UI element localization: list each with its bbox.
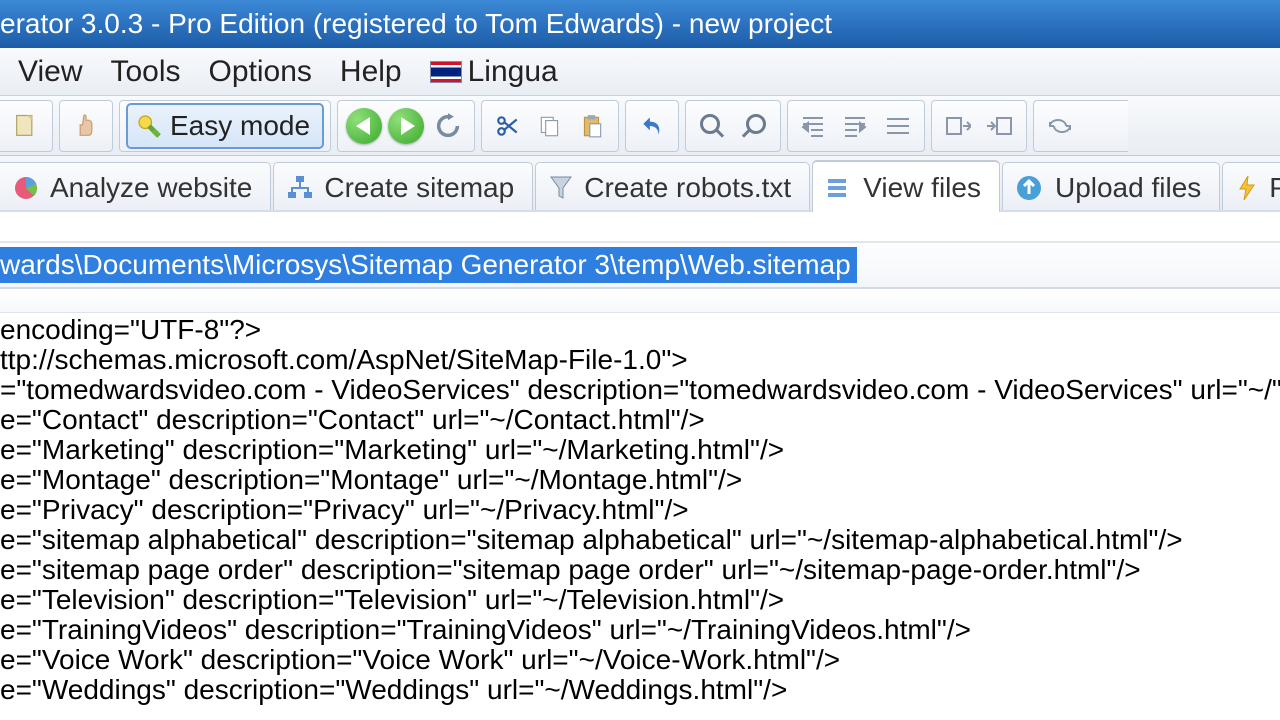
easy-mode-icon (134, 111, 164, 141)
outdent-icon (801, 115, 827, 137)
file-line: e="sitemap page order" description="site… (0, 555, 1280, 585)
file-path-bar: wards\Documents\Microsys\Sitemap Generat… (0, 242, 1280, 289)
spacer (0, 289, 1280, 313)
file-line: e="Marketing" description="Marketing" ur… (0, 435, 1280, 465)
menu-help[interactable]: Help (340, 55, 402, 89)
copy-button[interactable] (530, 106, 570, 146)
refresh-icon (434, 112, 462, 140)
tab-create-robots[interactable]: Create robots.txt (535, 162, 810, 210)
indent-icon (843, 115, 869, 137)
file-path[interactable]: wards\Documents\Microsys\Sitemap Generat… (0, 247, 857, 283)
file-line: ="tomedwardsvideo.com - VideoServices" d… (0, 375, 1280, 405)
indent-left-button[interactable] (794, 106, 834, 146)
file-line: e="Voice Work" description="Voice Work" … (0, 645, 1280, 675)
cut-button[interactable] (488, 106, 528, 146)
arrow-left-icon (346, 108, 382, 144)
menu-view[interactable]: View (18, 55, 82, 89)
files-icon (825, 175, 853, 201)
lightning-icon (1235, 174, 1259, 202)
pie-chart-icon (12, 174, 40, 202)
window-titlebar: erator 3.0.3 - Pro Edition (registered t… (0, 0, 1280, 48)
sync-button[interactable] (1040, 106, 1080, 146)
tab-label: P (1269, 172, 1280, 204)
toolbar: Easy mode (0, 96, 1280, 156)
file-line: e="Contact" description="Contact" url="~… (0, 405, 1280, 435)
upload-icon (1015, 174, 1045, 202)
thumb-button[interactable] (66, 106, 106, 146)
refresh-button[interactable] (428, 106, 468, 146)
tab-partial[interactable]: P (1222, 162, 1280, 210)
file-line: encoding="UTF-8"?> (0, 315, 1280, 345)
spacer (0, 212, 1280, 242)
tabbar: Analyze website Create sitemap Create ro… (0, 156, 1280, 212)
menubar: View Tools Options Help Lingua (0, 48, 1280, 96)
undo-icon (638, 113, 666, 139)
nav-back-button[interactable] (344, 106, 384, 146)
file-line: e="Privacy" description="Privacy" url="~… (0, 495, 1280, 525)
file-content[interactable]: encoding="UTF-8"?> ttp://schemas.microso… (0, 313, 1280, 705)
search-icon (699, 113, 725, 139)
search-next-icon (741, 113, 767, 139)
paste-icon (579, 113, 605, 139)
format-button[interactable] (878, 106, 918, 146)
tab-label: View files (863, 172, 981, 204)
file-line: e="Television" description="Television" … (0, 585, 1280, 615)
import-icon (987, 114, 1013, 138)
easy-mode-button[interactable]: Easy mode (126, 103, 324, 149)
uk-flag-icon (430, 61, 462, 83)
tab-analyze-website[interactable]: Analyze website (0, 162, 271, 210)
list-icon (885, 115, 911, 137)
easy-mode-label: Easy mode (170, 110, 310, 142)
file-line: ttp://schemas.microsoft.com/AspNet/SiteM… (0, 345, 1280, 375)
new-project-button[interactable] (6, 106, 46, 146)
funnel-icon (548, 174, 574, 202)
menu-options[interactable]: Options (209, 55, 312, 89)
menu-lingua-label: Lingua (468, 55, 558, 89)
copy-icon (537, 113, 563, 139)
tab-label: Create sitemap (324, 172, 514, 204)
extra-button[interactable] (1082, 106, 1122, 146)
sitemap-icon (286, 174, 314, 202)
tab-create-sitemap[interactable]: Create sitemap (273, 162, 533, 210)
find-next-button[interactable] (734, 106, 774, 146)
import-button[interactable] (980, 106, 1020, 146)
paste-button[interactable] (572, 106, 612, 146)
menu-lingua[interactable]: Lingua (430, 55, 558, 89)
export-icon (945, 114, 971, 138)
sync-icon (1046, 114, 1074, 138)
tab-label: Analyze website (50, 172, 252, 204)
file-line: e="Montage" description="Montage" url="~… (0, 465, 1280, 495)
file-line: e="sitemap alphabetical" description="si… (0, 525, 1280, 555)
nav-forward-button[interactable] (386, 106, 426, 146)
window-title: erator 3.0.3 - Pro Edition (registered t… (0, 8, 832, 40)
undo-button[interactable] (632, 106, 672, 146)
tab-label: Upload files (1055, 172, 1201, 204)
menu-tools[interactable]: Tools (110, 55, 180, 89)
export-button[interactable] (938, 106, 978, 146)
find-button[interactable] (692, 106, 732, 146)
file-line: e="TrainingVideos" description="Training… (0, 615, 1280, 645)
file-line: e="Weddings" description="Weddings" url=… (0, 675, 1280, 705)
indent-right-button[interactable] (836, 106, 876, 146)
tab-upload-files[interactable]: Upload files (1002, 162, 1220, 210)
arrow-right-icon (388, 108, 424, 144)
tab-label: Create robots.txt (584, 172, 791, 204)
scissors-icon (495, 113, 521, 139)
tab-view-files[interactable]: View files (812, 160, 1000, 212)
